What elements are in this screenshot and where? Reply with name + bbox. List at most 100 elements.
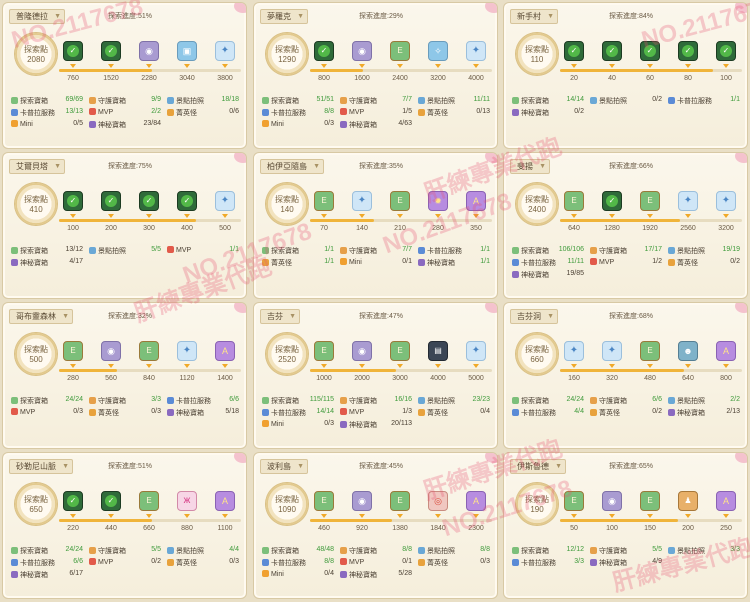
reward-done-icon[interactable]: ✓: [602, 191, 622, 211]
reward-chest-icon[interactable]: E: [390, 41, 410, 61]
reward-done-icon[interactable]: ✓: [63, 41, 83, 61]
region-select-dropdown[interactable]: 吉芬洞 ▼: [510, 309, 558, 324]
tier-marker-icon: [571, 64, 577, 68]
reward-chest-icon[interactable]: E: [139, 341, 159, 361]
tier-threshold: 220: [67, 525, 79, 532]
tier-marker-icon: [359, 364, 365, 368]
region-select-dropdown[interactable]: 砂勒尼山脈 ▼: [9, 459, 73, 474]
stat-category-icon: [262, 420, 269, 427]
reward-chest-icon[interactable]: E: [314, 491, 334, 511]
reward-chest-icon[interactable]: E: [640, 491, 660, 511]
reward-blue-icon[interactable]: ✦: [466, 41, 486, 61]
stat-item: 景點拍照 11/11: [418, 96, 492, 106]
reward-rock-icon[interactable]: ◉: [352, 41, 372, 61]
reward-pic-icon[interactable]: ▣: [177, 41, 197, 61]
reward-done-icon[interactable]: ✓: [101, 491, 121, 511]
reward-chest-icon[interactable]: E: [564, 191, 584, 211]
reward-rock-icon[interactable]: ◉: [139, 41, 159, 61]
region-select-dropdown[interactable]: 夢羅克 ▼: [260, 9, 308, 24]
check-icon: ✓: [105, 195, 117, 208]
reward-rock-icon[interactable]: ◉: [101, 341, 121, 361]
exploration-points-value: 140: [280, 205, 294, 214]
reward-done-icon[interactable]: ✓: [602, 41, 622, 61]
stat-value: 20/113: [391, 420, 412, 427]
stat-value: 3/3: [730, 546, 740, 553]
region-select-dropdown[interactable]: 普隆德拉 ▼: [9, 9, 65, 24]
tier-threshold: 3200: [718, 225, 734, 232]
tier-marker-icon: [70, 64, 76, 68]
reward-chest-icon[interactable]: E: [314, 191, 334, 211]
reward-chest-icon[interactable]: E: [640, 341, 660, 361]
reward-blue-icon[interactable]: ✦: [564, 341, 584, 361]
stat-category-icon: [262, 109, 269, 116]
tier-threshold: 760: [67, 75, 79, 82]
reward-blue-icon[interactable]: ✦: [466, 341, 486, 361]
reward-chest-icon[interactable]: E: [139, 491, 159, 511]
reward-chest-icon[interactable]: E: [63, 341, 83, 361]
reward-purple-icon[interactable]: A: [466, 491, 486, 511]
region-select-dropdown[interactable]: 新手村 ▼: [510, 9, 558, 24]
stat-value: 0/5: [73, 120, 83, 127]
reward-done-icon[interactable]: ✓: [177, 191, 197, 211]
tier-threshold: 500: [219, 225, 231, 232]
reward-purple-icon[interactable]: A: [716, 491, 736, 511]
reward-purple-icon[interactable]: ✹: [428, 191, 448, 211]
reward-done-icon[interactable]: ✓: [314, 41, 334, 61]
reward-done-icon[interactable]: ✓: [63, 191, 83, 211]
stat-item: MVP 1/5: [340, 108, 414, 116]
tier-threshold: 400: [181, 225, 193, 232]
reward-chest-icon[interactable]: E: [640, 191, 660, 211]
region-select-dropdown[interactable]: 哥布靈森林 ▼: [9, 309, 73, 324]
reward-purple-icon[interactable]: A: [466, 191, 486, 211]
stat-category-icon: [590, 247, 597, 254]
exploration-rate: 探索進度:29%: [359, 13, 403, 20]
region-select-dropdown[interactable]: 伊斯魯德 ▼: [510, 459, 566, 474]
reward-chest-icon[interactable]: E: [564, 491, 584, 511]
reward-done-icon[interactable]: ✓: [101, 191, 121, 211]
exploration-points-value: 1090: [278, 505, 296, 514]
stat-category-icon: [89, 247, 96, 254]
progress-bar: [59, 219, 241, 222]
reward-purple-icon[interactable]: A: [716, 341, 736, 361]
reward-blue-icon[interactable]: ✦: [602, 341, 622, 361]
reward-chest-icon[interactable]: E: [390, 491, 410, 511]
region-select-dropdown[interactable]: 柏伊亞隨島 ▼: [260, 159, 324, 174]
reward-blue-icon[interactable]: ✦: [716, 191, 736, 211]
stat-category-icon: [262, 259, 269, 266]
reward-purple-icon[interactable]: A: [215, 491, 235, 511]
reward-purple-icon[interactable]: A: [215, 341, 235, 361]
region-select-dropdown[interactable]: 斐揚 ▼: [510, 159, 550, 174]
reward-blue-icon[interactable]: ✦: [678, 191, 698, 211]
region-select-dropdown[interactable]: 艾爾貝塔 ▼: [9, 159, 65, 174]
reward-rock-icon[interactable]: ◉: [352, 491, 372, 511]
reward-chest-icon[interactable]: E: [390, 341, 410, 361]
reward-blue-icon[interactable]: ✦: [352, 191, 372, 211]
reward-card-icon[interactable]: ♟: [678, 491, 698, 511]
reward-done-icon[interactable]: ✓: [101, 41, 121, 61]
reward-pic-icon[interactable]: ✧: [428, 41, 448, 61]
stat-item: 景點拍照 18/18: [167, 96, 241, 106]
region-select-dropdown[interactable]: 波利島 ▼: [260, 459, 308, 474]
stat-value: 3/3: [151, 396, 161, 403]
reward-blue-icon[interactable]: ✦: [177, 341, 197, 361]
reward-done-icon[interactable]: ✓: [139, 191, 159, 211]
reward-fire-icon[interactable]: ◎: [428, 491, 448, 511]
reward-done-icon[interactable]: ✓: [716, 41, 736, 61]
reward-rock-icon[interactable]: ◉: [602, 491, 622, 511]
reward-done-icon[interactable]: ✓: [564, 41, 584, 61]
reward-frog-icon[interactable]: ☻: [678, 341, 698, 361]
reward-blue-icon[interactable]: ✦: [215, 41, 235, 61]
reward-done-icon[interactable]: ✓: [63, 491, 83, 511]
stat-label: MVP: [349, 559, 365, 566]
reward-chest-icon[interactable]: E: [390, 191, 410, 211]
tier-marker-icon: [184, 64, 190, 68]
reward-done-icon[interactable]: ✓: [678, 41, 698, 61]
exploration-points-label: 探索點: [24, 45, 48, 54]
reward-bfly-icon[interactable]: ж: [177, 491, 197, 511]
reward-rock-icon[interactable]: ◉: [352, 341, 372, 361]
region-select-dropdown[interactable]: 吉芬 ▼: [260, 309, 300, 324]
reward-done-icon[interactable]: ✓: [640, 41, 660, 61]
reward-chest-icon[interactable]: E: [314, 341, 334, 361]
reward-note-icon[interactable]: ▤: [428, 341, 448, 361]
reward-blue-icon[interactable]: ✦: [215, 191, 235, 211]
